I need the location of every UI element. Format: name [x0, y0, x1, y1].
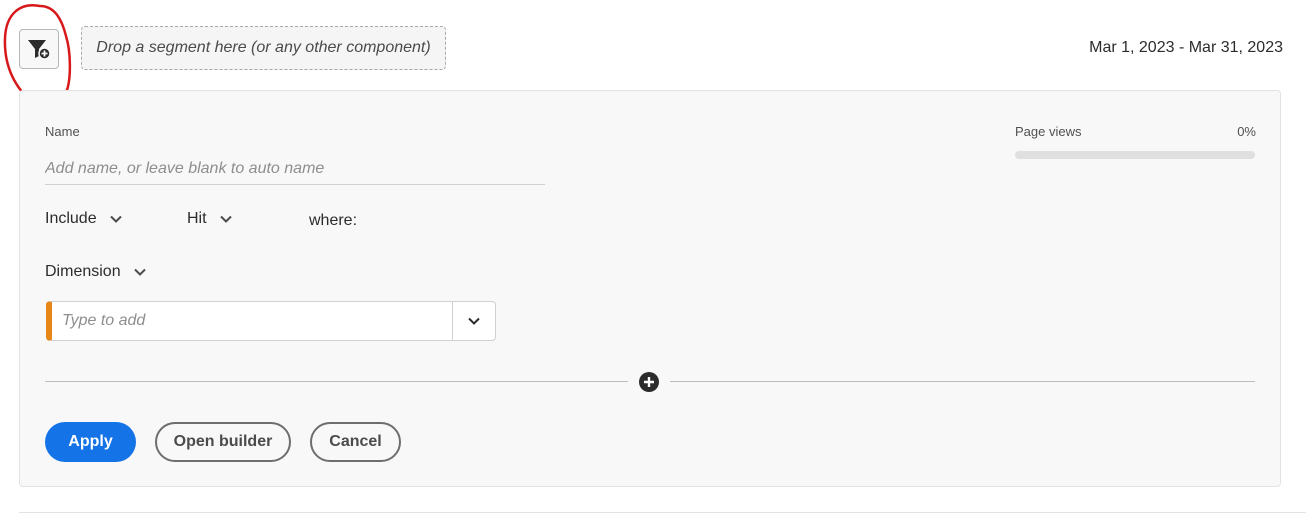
apply-button[interactable]: Apply [45, 422, 136, 462]
rule-divider-right [670, 381, 1255, 382]
dimension-search-input[interactable] [52, 302, 452, 340]
quick-segment-panel: Name Page views 0% Include Hit where: Di… [19, 90, 1281, 487]
chevron-down-icon [109, 215, 122, 223]
open-builder-button[interactable]: Open builder [155, 422, 291, 462]
plus-circle-icon[interactable] [639, 372, 659, 392]
dimension-combobox [46, 301, 496, 341]
rule-divider-left [45, 381, 628, 382]
page-views-percent: 0% [1237, 124, 1256, 139]
cancel-button[interactable]: Cancel [310, 422, 401, 462]
include-label: Include [45, 210, 97, 227]
chevron-down-icon [468, 317, 480, 325]
dimension-label: Dimension [45, 263, 121, 280]
hit-label: Hit [187, 210, 207, 227]
hit-dropdown[interactable]: Hit [187, 210, 233, 228]
dimension-dropdown[interactable]: Dimension [45, 263, 147, 281]
date-range[interactable]: Mar 1, 2023 - Mar 31, 2023 [1089, 39, 1283, 57]
segment-name-input[interactable] [45, 153, 545, 185]
include-dropdown[interactable]: Include [45, 210, 123, 228]
bottom-divider [19, 512, 1306, 513]
where-label: where: [309, 212, 358, 229]
page-views-label: Page views [1015, 124, 1082, 139]
name-label: Name [45, 124, 80, 139]
page-views-progress-bar [1015, 151, 1255, 159]
dimension-combobox-toggle[interactable] [452, 302, 495, 340]
chevron-down-icon [219, 215, 232, 223]
filter-add-icon [28, 40, 51, 60]
add-segment-button[interactable] [19, 29, 59, 69]
drop-zone-text: Drop a segment here (or any other compon… [96, 39, 431, 56]
chevron-down-icon [133, 268, 146, 276]
segment-drop-zone[interactable]: Drop a segment here (or any other compon… [81, 26, 446, 70]
